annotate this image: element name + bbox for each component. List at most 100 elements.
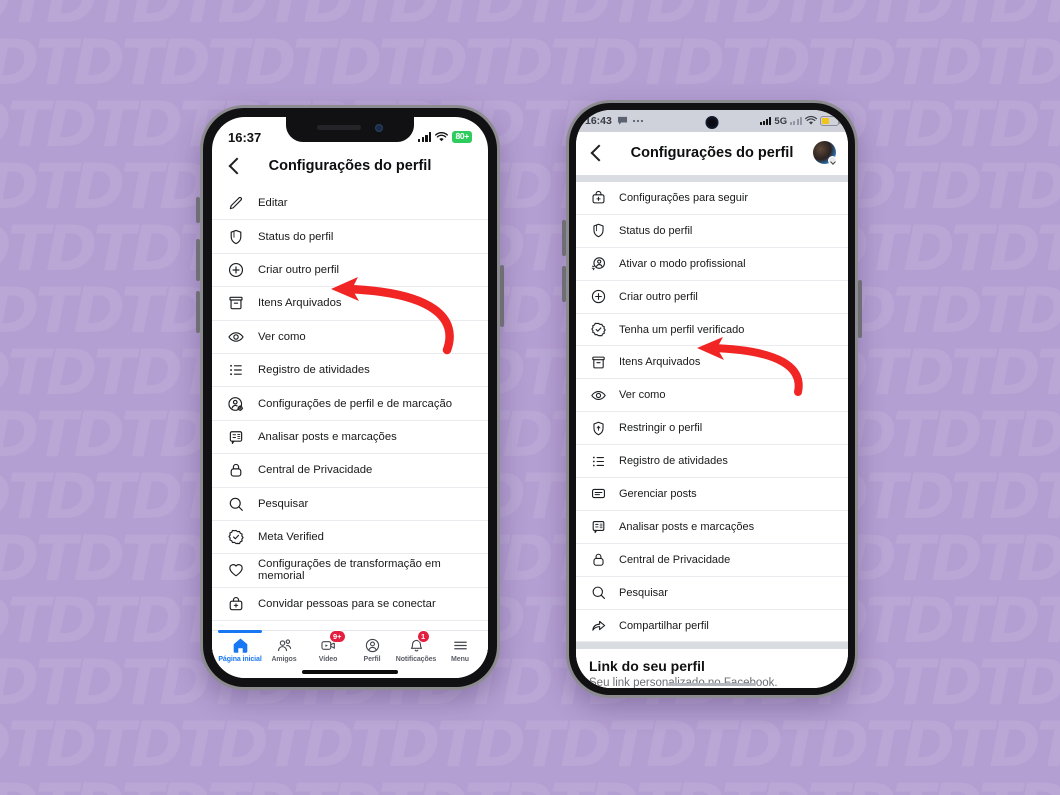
- share-icon: [588, 616, 608, 636]
- punch-hole-camera-icon: [705, 116, 719, 129]
- tab-label: Página inicial: [218, 656, 262, 663]
- list-item[interactable]: Pesquisar: [212, 487, 488, 521]
- watermark-row: DTDTDTDTDTDTDTDTDTDTDTDTDTDTDTDTDTDTDTDT…: [0, 584, 1060, 657]
- list-icon: [588, 451, 608, 471]
- list-item[interactable]: Pesquisar: [576, 576, 848, 610]
- avatar[interactable]: [813, 141, 837, 165]
- list-item[interactable]: Criar outro perfil: [212, 253, 488, 288]
- list-icon: [225, 359, 247, 381]
- list-item[interactable]: Status do perfil: [212, 220, 488, 254]
- list-item-label: Compartilhar perfil: [619, 619, 709, 632]
- list-item[interactable]: Tenha um perfil verificado: [576, 313, 848, 347]
- list-item[interactable]: Analisar posts e marcações: [576, 510, 848, 544]
- phone-right: 16:43 5G Configurações do perfil Configu…: [562, 100, 862, 698]
- list-item[interactable]: Ver como: [212, 320, 488, 354]
- active-tab-indicator: [218, 630, 262, 633]
- shield-icon: [588, 221, 608, 241]
- tab-vídeo[interactable]: 9+ Vídeo: [306, 630, 350, 663]
- lock-icon: [225, 459, 247, 481]
- search-icon: [225, 493, 247, 515]
- tab-menu[interactable]: Menu: [438, 636, 482, 663]
- list-item-label: Central de Privacidade: [258, 464, 373, 477]
- tab-label: Perfil: [363, 656, 381, 663]
- list-item[interactable]: Ativar o modo profissional: [576, 247, 848, 281]
- list-item-label: Registro de atividades: [619, 455, 728, 468]
- eye-icon: [225, 326, 247, 348]
- search-icon: [588, 583, 608, 603]
- watermark-row: DTDTDTDTDTDTDTDTDTDTDTDTDTDTDTDTDTDTDTDT…: [0, 274, 1060, 347]
- list-item[interactable]: Central de Privacidade: [576, 543, 848, 577]
- list-item[interactable]: Registro de atividades: [212, 353, 488, 388]
- list-item[interactable]: Configurações de perfil e de marcação: [212, 387, 488, 421]
- settings-list-left: Editar Status do perfil Criar outro perfil…: [212, 187, 488, 655]
- list-item[interactable]: Restringir o perfil: [576, 412, 848, 446]
- list-item[interactable]: Analisar posts e marcações: [212, 420, 488, 455]
- message-dot-icon: [617, 116, 627, 125]
- list-item[interactable]: Criar outro perfil: [576, 280, 848, 314]
- watermark-row: DTDTDTDTDTDTDTDTDTDTDTDTDTDTDTDTDTDTDTDT…: [0, 460, 1060, 533]
- status-time: 16:43: [585, 115, 612, 127]
- tab-perfil[interactable]: Perfil: [350, 636, 394, 663]
- list-item[interactable]: Compartilhar perfil: [576, 609, 848, 643]
- settings-list-right: Configurações para seguir Status do perfi…: [576, 182, 848, 643]
- list-item[interactable]: Configurações para seguir: [576, 182, 848, 215]
- list-item[interactable]: Editar: [212, 187, 488, 221]
- watermark-row: DTDTDTDTDTDTDTDTDTDTDTDTDTDTDTDTDTDTDTDT…: [0, 646, 1060, 719]
- app-header-left: Configurações do perfil: [212, 151, 488, 187]
- phone-right-volume-up: [562, 220, 566, 256]
- person-gear-icon: [225, 393, 247, 415]
- plus-circle-icon: [588, 287, 608, 307]
- back-chevron-icon[interactable]: [226, 157, 244, 175]
- list-item[interactable]: Ver como: [576, 379, 848, 413]
- watermark-row: DTDTDTDTDTDTDTDTDTDTDTDTDTDTDTDTDTDTDTDT…: [0, 150, 1060, 223]
- battery-indicator: 80+: [452, 131, 472, 143]
- list-item-label: Convidar pessoas para se conectar: [258, 597, 436, 610]
- list-item[interactable]: Meta Verified: [212, 520, 488, 555]
- back-chevron-icon[interactable]: [588, 144, 606, 162]
- list-item-label: Itens Arquivados: [258, 297, 342, 310]
- list-item-label: Meta Verified: [258, 531, 324, 544]
- phone-left-screen: 16:37 80+ Configurações do perfil Editar: [212, 117, 488, 678]
- list-item[interactable]: Status do perfil: [576, 214, 848, 248]
- heart-icon: [225, 559, 247, 581]
- app-header-right: Configurações do perfil: [576, 132, 848, 175]
- tab-página-inicial[interactable]: Página inicial: [218, 630, 262, 663]
- list-item-label: Configurações de perfil e de marcação: [258, 397, 453, 410]
- page-title: Configurações do perfil: [268, 158, 432, 174]
- post-review-icon: [225, 426, 247, 448]
- cellular-bars-icon: [418, 132, 432, 142]
- ellipsis-icon: [632, 119, 643, 123]
- list-item-label: Tenha um perfil verificado: [619, 323, 745, 336]
- watermark-row: DTDTDTDTDTDTDTDTDTDTDTDTDTDTDTDTDTDTDTDT…: [0, 26, 1060, 99]
- wifi-icon: [805, 116, 817, 125]
- watermark-row: DTDTDTDTDTDTDTDTDTDTDTDTDTDTDTDTDTDTDTDT…: [0, 212, 1060, 285]
- battery-low-icon: [820, 116, 841, 126]
- list-item[interactable]: Configurações de transformação em memori…: [212, 554, 488, 588]
- page-title: Configurações do perfil: [630, 144, 794, 161]
- list-item[interactable]: Itens Arquivados: [576, 346, 848, 380]
- section-divider: [576, 175, 848, 182]
- background-pattern: DTDTDTDTDTDTDTDTDTDTDTDTDTDTDTDTDTDTDTDT…: [0, 0, 1060, 795]
- list-item-label: Status do perfil: [258, 230, 334, 243]
- list-item-label: Registro de atividades: [258, 364, 370, 377]
- tab-amigos[interactable]: Amigos: [262, 636, 306, 663]
- list-item[interactable]: Gerenciar posts: [576, 478, 848, 511]
- list-item[interactable]: Itens Arquivados: [212, 287, 488, 321]
- list-item[interactable]: Central de Privacidade: [212, 454, 488, 488]
- watermark-row: DTDTDTDTDTDTDTDTDTDTDTDTDTDTDTDTDTDTDTDT…: [0, 522, 1060, 595]
- list-item-label: Editar: [258, 197, 288, 210]
- friends-icon: [276, 636, 293, 654]
- profile-link-title: Link do seu perfil: [589, 658, 705, 675]
- professional-icon: [588, 254, 608, 274]
- list-item-label: Itens Arquivados: [619, 356, 701, 369]
- bell-icon: 1: [408, 630, 430, 654]
- watermark-row: DTDTDTDTDTDTDTDTDTDTDTDTDTDTDTDTDTDTDTDT…: [0, 88, 1060, 161]
- tab-notificações[interactable]: 1 Notificações: [394, 630, 438, 663]
- video-icon: 9+: [320, 630, 347, 654]
- notification-badge: 1: [416, 630, 430, 643]
- watermark-row: DTDTDTDTDTDTDTDTDTDTDTDTDTDTDTDTDTDTDTDT…: [0, 776, 1060, 795]
- list-item[interactable]: Convidar pessoas para se conectar: [212, 587, 488, 622]
- notification-badge: 9+: [328, 630, 347, 643]
- list-item[interactable]: Registro de atividades: [576, 445, 848, 479]
- phone-left: 16:37 80+ Configurações do perfil Editar: [196, 105, 504, 690]
